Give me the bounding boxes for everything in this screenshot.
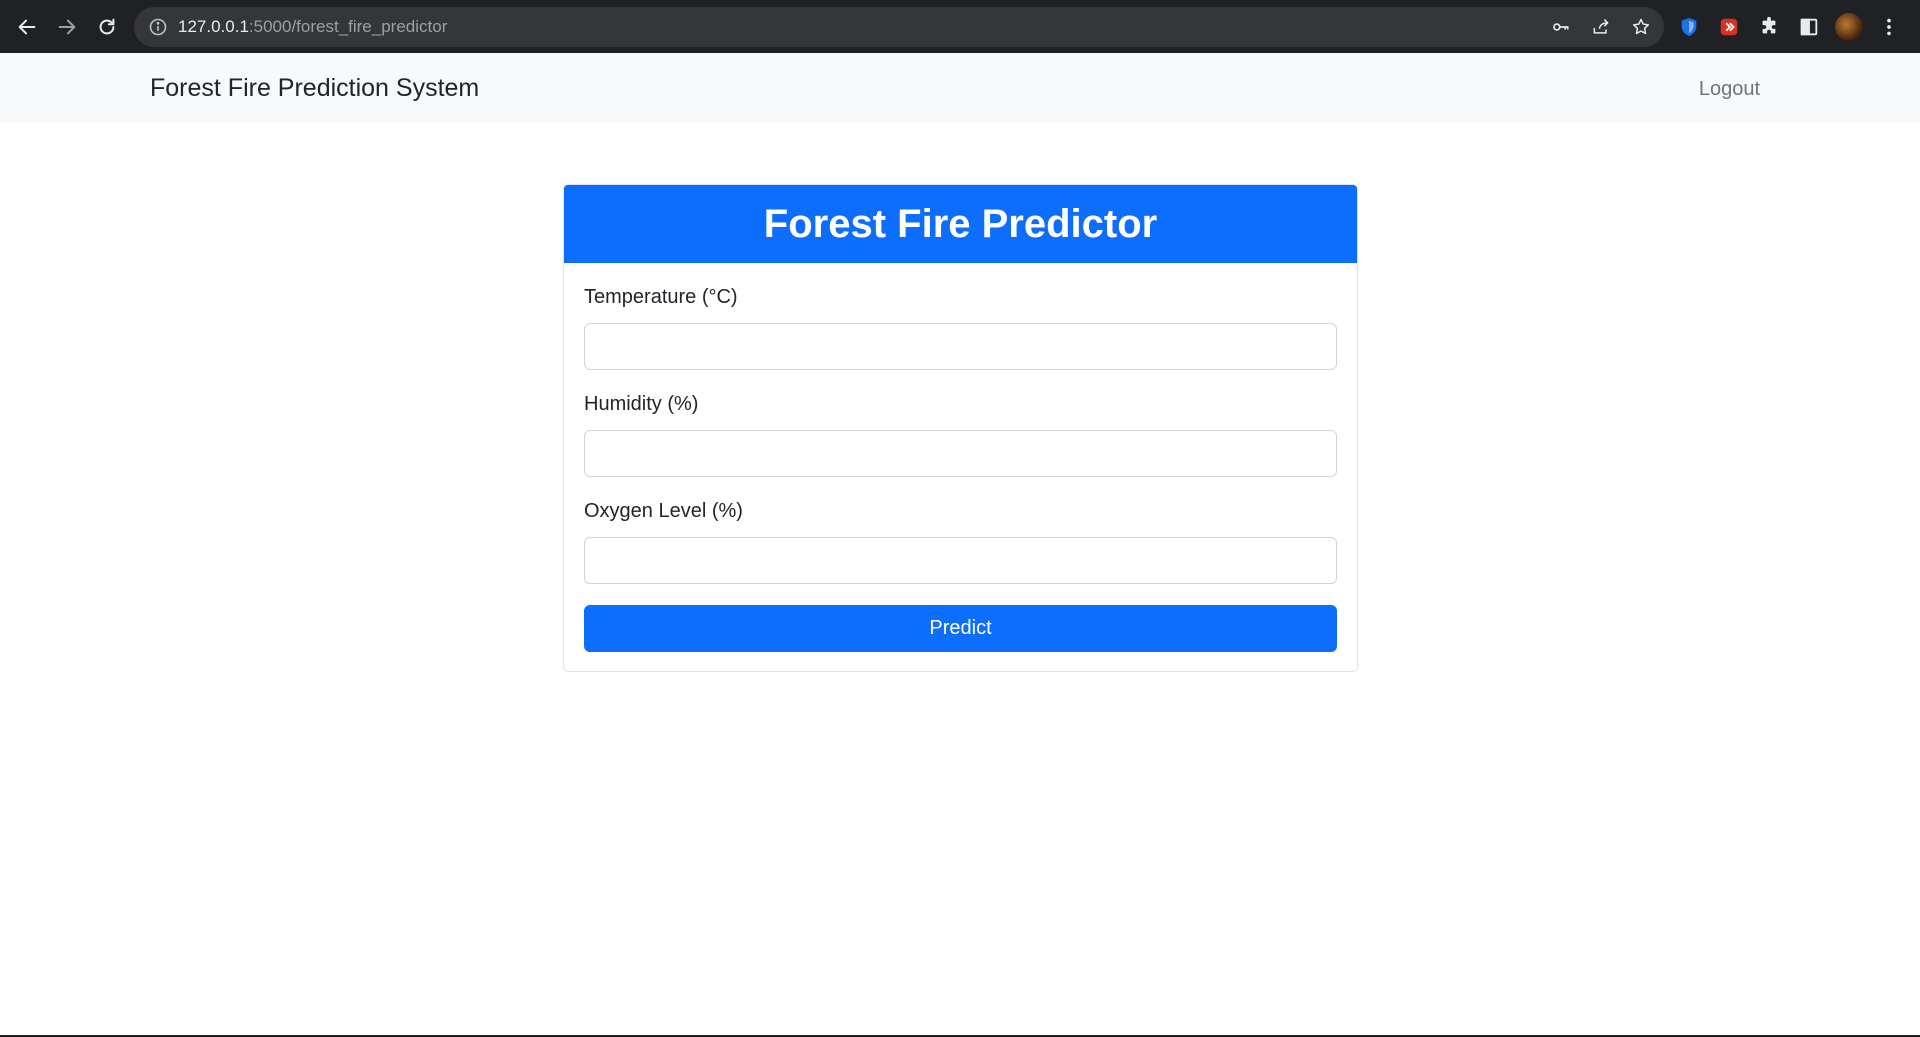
kebab-menu-icon[interactable] [1875,13,1903,41]
url-host: 127.0.0.1 [178,17,249,36]
predict-button[interactable]: Predict [584,605,1337,652]
red-extension-icon[interactable] [1715,13,1743,41]
key-icon[interactable] [1550,16,1572,38]
navbar-brand[interactable]: Forest Fire Prediction System [150,73,479,103]
humidity-input[interactable] [584,430,1337,477]
oxygen-label: Oxygen Level (%) [584,500,743,522]
url-path: :5000/forest_fire_predictor [248,17,448,36]
predictor-card: Forest Fire Predictor Temperature (°C) H… [563,184,1358,672]
temperature-input[interactable] [584,323,1337,370]
extensions-area [1675,13,1903,41]
share-icon[interactable] [1590,16,1612,38]
profile-avatar[interactable] [1835,13,1863,41]
browser-toolbar: 127.0.0.1:5000/forest_fire_predictor [0,0,1920,53]
humidity-label: Humidity (%) [584,393,699,415]
star-icon[interactable] [1630,16,1652,38]
address-bar-actions [1550,16,1652,38]
reload-icon[interactable] [92,12,122,42]
temperature-label: Temperature (°C) [584,286,738,308]
shield-extension-icon[interactable] [1675,13,1703,41]
oxygen-input[interactable] [584,537,1337,584]
info-icon[interactable] [148,17,168,37]
logout-link[interactable]: Logout [1699,77,1760,101]
forward-arrow-icon[interactable] [52,12,82,42]
app-navbar: Forest Fire Prediction System Logout [0,53,1920,123]
card-header: Forest Fire Predictor [564,185,1357,263]
back-arrow-icon[interactable] [12,12,42,42]
address-bar[interactable]: 127.0.0.1:5000/forest_fire_predictor [134,7,1664,47]
puzzle-icon[interactable] [1755,13,1783,41]
side-panel-icon[interactable] [1795,13,1823,41]
url-text[interactable]: 127.0.0.1:5000/forest_fire_predictor [178,17,447,37]
card-title: Forest Fire Predictor [763,202,1158,246]
